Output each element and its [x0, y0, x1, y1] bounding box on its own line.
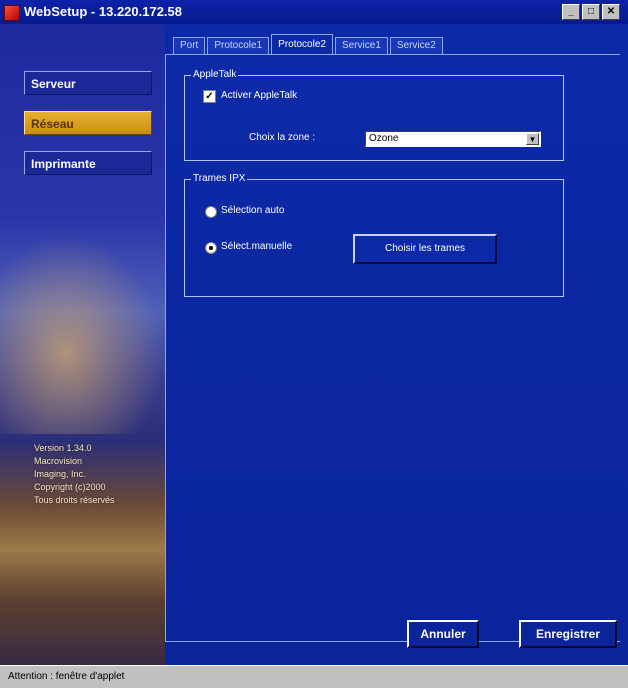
version-line: Tous droits réservés [34, 495, 115, 505]
main-panel: Port Protocole1 Protocole2 Service1 Serv… [165, 24, 628, 665]
chevron-down-icon[interactable]: ▼ [526, 133, 539, 145]
version-line: Imaging, Inc. [34, 469, 86, 479]
tab-protocole1[interactable]: Protocole1 [207, 37, 270, 55]
appletalk-checkbox[interactable]: ✓ [203, 90, 216, 103]
ipx-group: Trames IPX Sélection auto Sélect.manuell… [184, 173, 564, 297]
sidebar-item-imprimante[interactable]: Imprimante [24, 151, 152, 175]
version-line: Version 1.34.0 [34, 443, 92, 453]
appletalk-checkbox-label: Activer AppleTalk [221, 90, 298, 101]
tab-bar: Port Protocole1 Protocole2 Service1 Serv… [173, 34, 445, 55]
choose-frames-button[interactable]: Choisir les trames [353, 234, 497, 264]
maximize-button[interactable]: □ [582, 4, 600, 20]
status-text: Attention : fenêtre d'applet [8, 671, 125, 682]
appletalk-group-title: AppleTalk [191, 69, 239, 80]
cancel-button[interactable]: Annuler [407, 620, 479, 648]
radio-auto-label: Sélection auto [221, 205, 285, 216]
version-line: Copyright (c)2000 [34, 482, 106, 492]
appletalk-group: AppleTalk ✓ Activer AppleTalk Choix la z… [184, 69, 564, 161]
close-button[interactable]: ✕ [602, 4, 620, 20]
zone-select-value: Ozone [369, 133, 399, 144]
version-info: Version 1.34.0 Macrovision Imaging, Inc.… [34, 442, 115, 507]
save-button[interactable]: Enregistrer [519, 620, 617, 648]
zone-select[interactable]: Ozone ▼ [365, 131, 541, 147]
sidebar-item-reseau[interactable]: Réseau [24, 111, 152, 135]
title-bar: WebSetup - 13.220.172.58 _ □ ✕ [0, 0, 628, 24]
ipx-group-title: Trames IPX [191, 173, 248, 184]
radio-manual[interactable] [205, 242, 217, 254]
status-bar: Attention : fenêtre d'applet [0, 665, 628, 688]
sidebar-item-serveur[interactable]: Serveur [24, 71, 152, 95]
tab-protocole2[interactable]: Protocole2 [271, 34, 333, 55]
tab-port[interactable]: Port [173, 37, 206, 55]
zone-label: Choix la zone : [249, 132, 316, 143]
window-controls: _ □ ✕ [562, 4, 620, 20]
minimize-button[interactable]: _ [562, 4, 580, 20]
sidebar: Serveur Réseau Imprimante Version 1.34.0… [0, 24, 165, 665]
tab-service1[interactable]: Service1 [334, 37, 388, 55]
version-line: Macrovision [34, 456, 83, 466]
radio-selected-dot [209, 246, 213, 250]
tab-content: AppleTalk ✓ Activer AppleTalk Choix la z… [165, 54, 620, 642]
radio-manual-label: Sélect.manuelle [221, 241, 293, 252]
radio-auto[interactable] [205, 206, 217, 218]
sidebar-decoration [0, 234, 165, 434]
tab-service2[interactable]: Service2 [389, 37, 443, 55]
app-icon [4, 5, 20, 21]
window-title: WebSetup - 13.220.172.58 [24, 4, 183, 19]
